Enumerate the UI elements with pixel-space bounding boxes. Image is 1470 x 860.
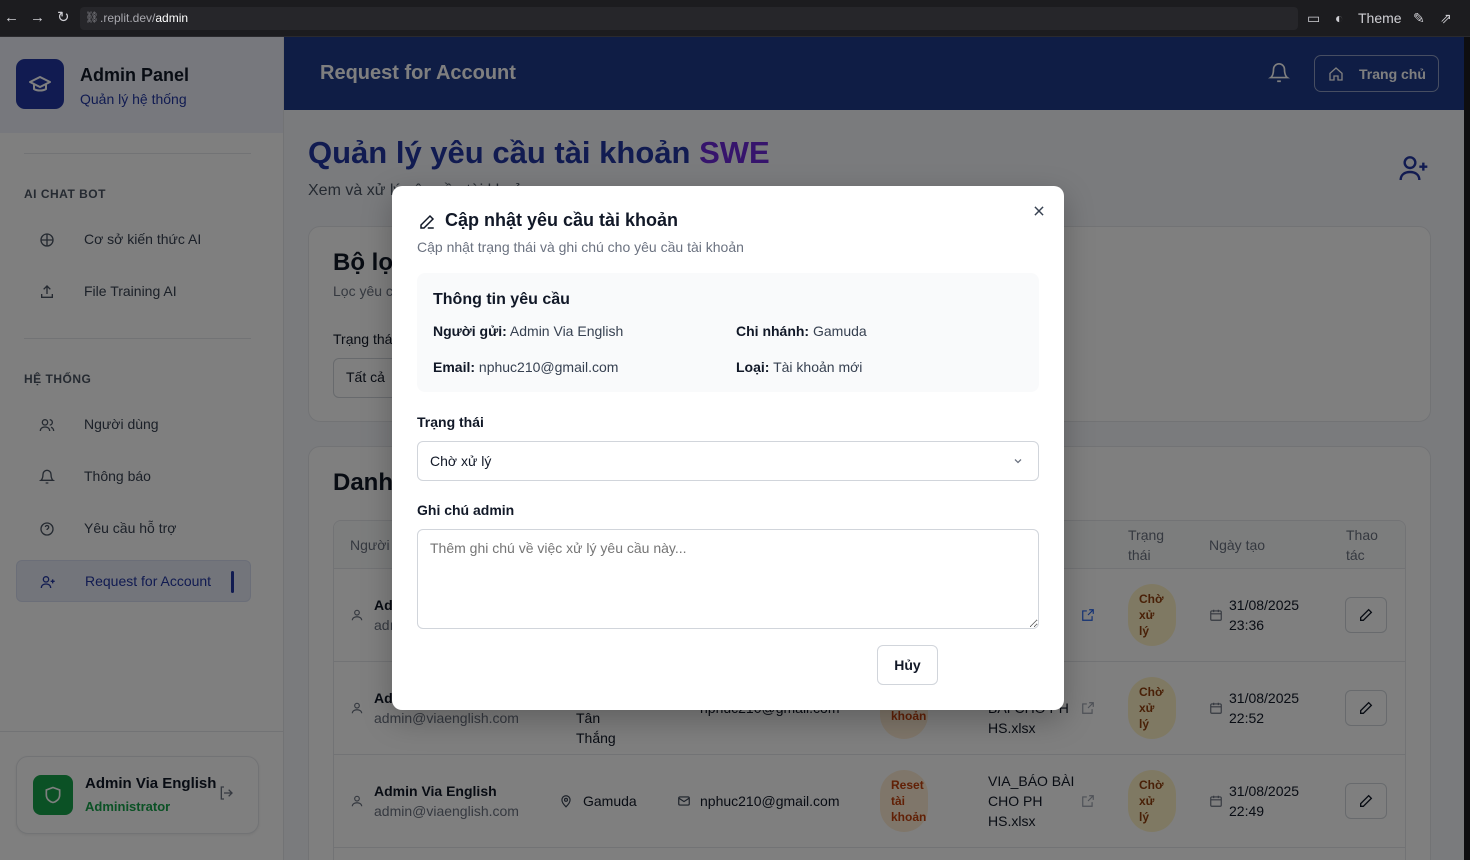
pencil-icon [420, 214, 435, 229]
url-prefix: .replit.dev/ [100, 11, 156, 25]
address-bar[interactable]: ⛓ .replit.dev/admin [80, 7, 1298, 30]
request-info-panel: Thông tin yêu cầu Người gửi: Admin Via E… [417, 273, 1039, 392]
status-label: Trạng thái [417, 414, 484, 430]
url-path: admin [155, 11, 189, 25]
info-heading: Thông tin yêu cầu [433, 291, 570, 308]
branch-field: Chi nhánh: Gamuda [736, 323, 867, 339]
dialog-subtitle: Cập nhật trạng thái và ghi chú cho yêu c… [417, 239, 744, 255]
palette-icon[interactable]: ◐ [1335, 10, 1343, 26]
status-select[interactable]: Chờ xử lý [417, 441, 1039, 481]
update-request-dialog: Cập nhật yêu cầu tài khoản Cập nhật trạn… [392, 186, 1064, 710]
note-label: Ghi chú admin [417, 502, 515, 518]
chevron-down-icon [1014, 459, 1022, 464]
close-icon[interactable] [1032, 204, 1046, 218]
devices-icon[interactable]: ▭ [1307, 10, 1320, 27]
sender-field: Người gửi: Admin Via English [433, 323, 624, 339]
back-icon[interactable]: ← [4, 9, 19, 27]
theme-button[interactable]: Theme [1358, 10, 1402, 26]
type-field: Loại: Tài khoản mới [736, 359, 863, 375]
admin-note-textarea[interactable] [417, 529, 1039, 629]
window-edge [1464, 37, 1470, 860]
reload-icon[interactable]: ↻ [57, 9, 70, 27]
status-select-value: Chờ xử lý [430, 453, 492, 469]
forward-icon[interactable]: → [30, 9, 45, 27]
email-field: Email: nphuc210@gmail.com [433, 359, 619, 375]
external-link-icon[interactable]: ⇗ [1440, 10, 1452, 27]
browser-toolbar: ← → ↻ ⛓ .replit.dev/admin ▭ ◐ Theme ✎ ⇗ [0, 0, 1470, 37]
cancel-button[interactable]: Hủy [877, 645, 938, 685]
dialog-title: Cập nhật yêu cầu tài khoản [445, 210, 679, 230]
link-icon: ⛓ [85, 12, 99, 24]
wrench-icon[interactable]: ✎ [1413, 10, 1425, 27]
